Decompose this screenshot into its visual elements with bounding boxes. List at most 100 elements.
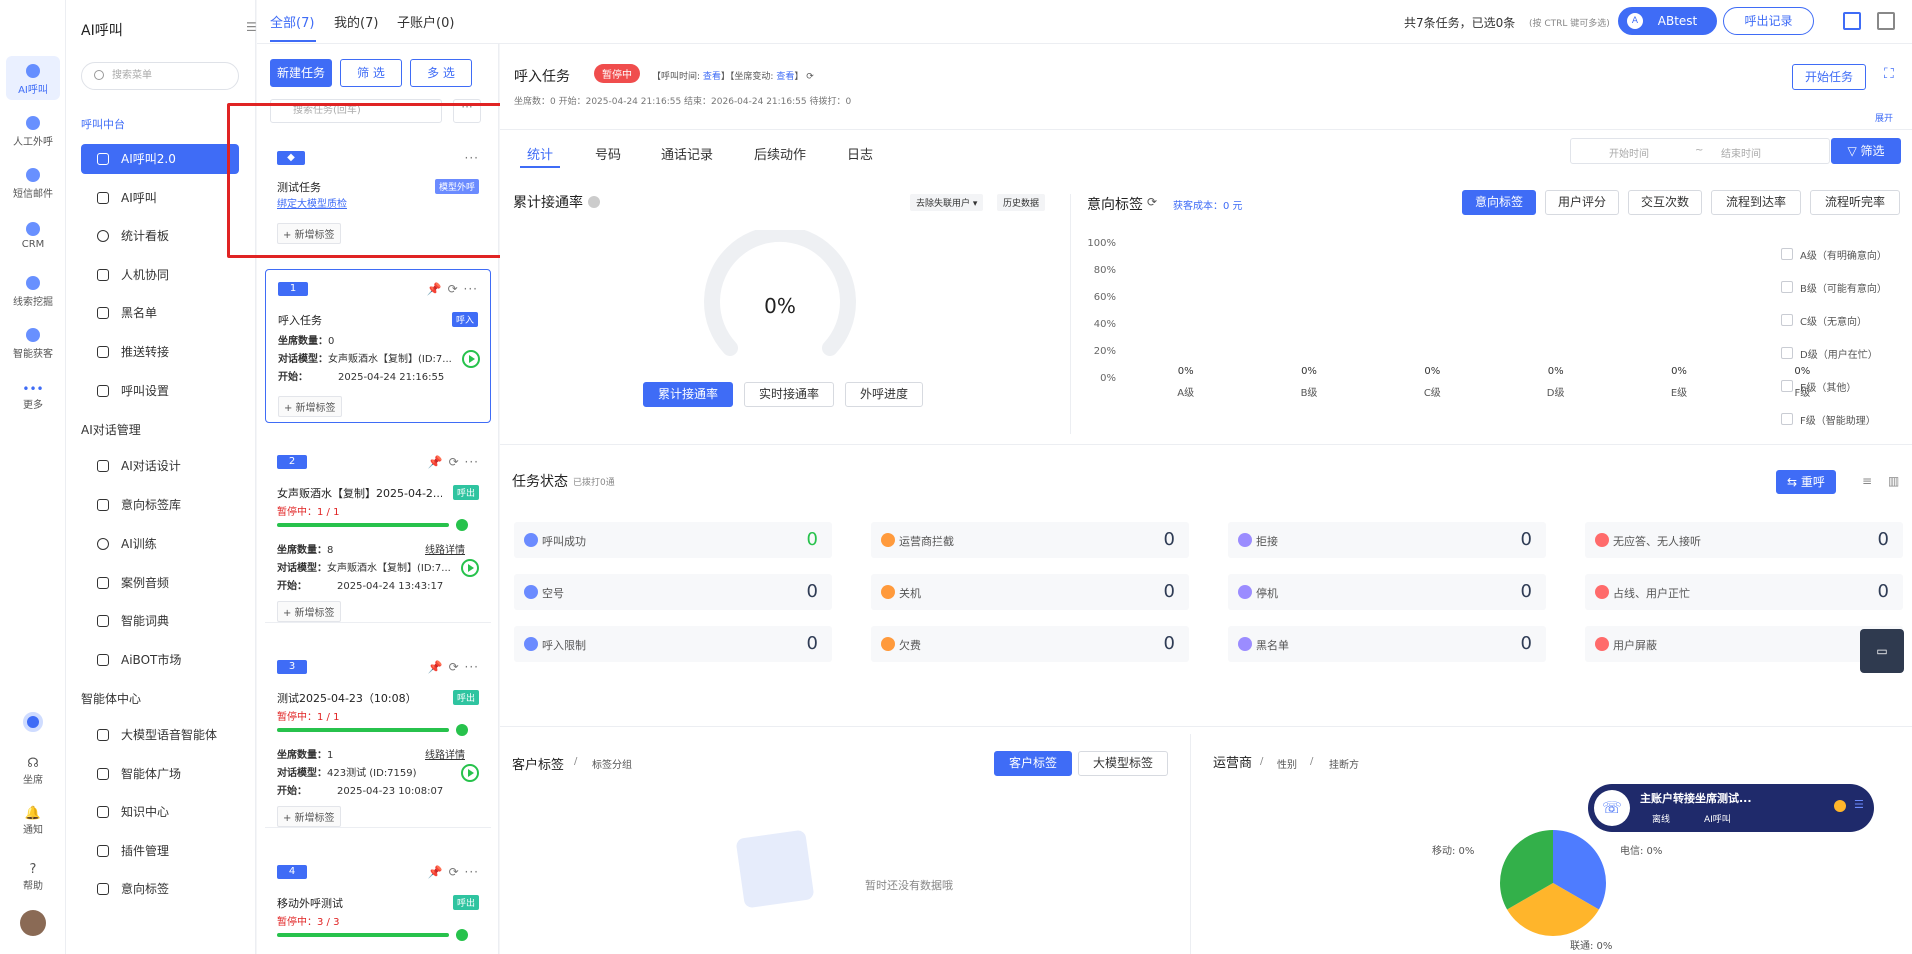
date-range-picker[interactable]: 开始时间 ~ 结束时间 [1570,138,1830,164]
play-icon[interactable] [462,350,480,368]
tab-mine[interactable]: 我的(7) [334,12,378,31]
avatar[interactable] [20,910,46,936]
legend-checkbox[interactable] [1781,347,1793,359]
filter-button[interactable]: 筛 选 [340,59,402,87]
call-records-button[interactable]: 呼出记录 [1723,7,1814,35]
play-icon[interactable] [461,764,479,782]
add-tag-button[interactable]: + 新增标签 [277,601,341,622]
start-task-button[interactable]: 开始任务 [1792,64,1866,90]
bar-chart-icon[interactable]: ▥ [1888,474,1899,488]
customer-tag-button[interactable]: 客户标签 [994,751,1072,776]
tab-followup[interactable]: 后续动作 [754,144,806,163]
rail-item-more[interactable]: ••• 更多 [0,382,66,411]
phone-icon[interactable]: ☏ [1594,790,1630,826]
menu-item-dashboard[interactable]: 统计看板 [81,221,239,251]
intent-tag-button[interactable]: 意向标签 [1462,190,1536,215]
menu-item-call-settings[interactable]: 呼叫设置 [81,376,239,406]
tab-numbers[interactable]: 号码 [595,144,621,163]
rail-item-manual-call[interactable]: 人工外呼 [0,116,66,148]
task-actions-icon[interactable]: 📌 ⟳ ··· [427,282,478,296]
menu-item-knowledge[interactable]: 知识中心 [81,797,239,827]
tab-sub-accounts[interactable]: 子账户(0) [397,12,454,31]
help-icon[interactable] [1834,800,1846,812]
cumulative-rate-button[interactable]: 累计接通率 [643,382,733,407]
play-icon[interactable] [461,559,479,577]
refresh-icon[interactable]: ⟳ [1147,195,1157,209]
multi-select-button[interactable]: 多 选 [410,59,472,87]
tab-stats[interactable]: 统计 [527,144,553,163]
menu-item-agent-plaza[interactable]: 智能体广场 [81,759,239,789]
tab-log[interactable]: 日志 [847,144,873,163]
menu-item-plugins[interactable]: 插件管理 [81,836,239,866]
assistant-icon[interactable] [23,712,43,732]
list-view-icon[interactable] [1877,12,1895,30]
task-card[interactable]: 4 📌 ⟳ ··· 移动外呼测试 呼出 暂停中：3 / 3 [265,853,491,954]
menu-search-input[interactable]: 搜索菜单 [81,62,239,90]
seat-change-link[interactable]: 查看 [776,72,794,82]
hangup-link[interactable]: 挂断方 [1329,756,1359,771]
menu-item-audio[interactable]: 案例音频 [81,568,239,598]
redial-button[interactable]: ⇆ 重呼 [1776,470,1836,494]
realtime-rate-button[interactable]: 实时接通率 [744,382,834,407]
legend-checkbox[interactable] [1781,380,1793,392]
add-tag-button[interactable]: + 新增标签 [278,396,342,417]
seat-widget[interactable]: ☏ 主账户转接坐席测试... 离线 AI呼叫 ☰ [1588,784,1874,832]
menu-item-ai-train[interactable]: AI训练 [81,529,239,559]
menu-item-ai-call-2[interactable]: AI呼叫2.0 [81,144,239,174]
menu-item-dictionary[interactable]: 智能词典 [81,606,239,636]
progress-button[interactable]: 外呼进度 [845,382,923,407]
task-card[interactable]: 2 📌 ⟳ ··· 女声贩酒水【复制】2025-04-2... 呼出 暂停中：1… [265,443,491,623]
user-score-button[interactable]: 用户评分 [1545,190,1619,215]
menu-item-llm-agent[interactable]: 大模型语音智能体 [81,720,239,750]
rail-item-notify[interactable]: 🔔 通知 [0,806,66,836]
route-detail-link[interactable]: 线路详情 [425,541,465,556]
rail-item-crm[interactable]: CRM [0,222,66,250]
interaction-count-button[interactable]: 交互次数 [1628,190,1702,215]
add-tag-button[interactable]: + 新增标签 [277,806,341,827]
rail-item-help[interactable]: ? 帮助 [0,862,66,892]
menu-item-aibot[interactable]: AiBOT市场 [81,645,239,675]
flow-complete-button[interactable]: 流程听完率 [1810,190,1900,215]
rail-item-seat[interactable]: ☊ 坐席 [0,756,66,786]
menu-item-dialog-design[interactable]: AI对话设计 [81,451,239,481]
task-card[interactable]: 1 📌 ⟳ ··· 呼入任务 呼入 坐席数量：0 对话模型：女声贩酒水【复制】(… [265,269,491,423]
flow-reach-button[interactable]: 流程到达率 [1711,190,1801,215]
legend-checkbox[interactable] [1781,248,1793,260]
refresh-icon[interactable]: ⟳ [806,72,814,82]
tag-group-link[interactable]: 标签分组 [592,756,632,771]
sort-icon[interactable]: ≡ [1862,474,1872,488]
task-actions-icon[interactable]: 📌 ⟳ ··· [428,455,479,469]
legend-checkbox[interactable] [1781,413,1793,425]
menu-item-intent-lib[interactable]: 意向标签库 [81,490,239,520]
collapse-icon[interactable]: ☰ [246,20,257,34]
menu-item-ai-call[interactable]: AI呼叫 [81,183,239,213]
grid-view-icon[interactable] [1843,12,1861,30]
new-task-button[interactable]: 新建任务 [270,59,332,87]
menu-item-transfer[interactable]: 推送转接 [81,337,239,367]
rail-item-leads[interactable]: 线索挖掘 [0,276,66,308]
route-detail-link[interactable]: 线路详情 [425,746,465,761]
task-actions-icon[interactable]: 📌 ⟳ ··· [428,865,479,879]
call-time-link[interactable]: 查看 [703,72,721,82]
tab-all[interactable]: 全部(7) [270,12,314,31]
expand-link[interactable]: 展开 [1875,111,1893,124]
task-card[interactable]: 3 📌 ⟳ ··· 测试2025-04-23（10:08） 呼出 暂停中：1 /… [265,648,491,828]
rail-item-sms[interactable]: 短信邮件 [0,168,66,200]
task-actions-icon[interactable]: 📌 ⟳ ··· [428,660,479,674]
fullscreen-icon[interactable]: ⛶ [1884,66,1894,82]
legend-checkbox[interactable] [1781,281,1793,293]
menu-item-intent-tags[interactable]: 意向标签 [81,874,239,904]
exclude-lost-dropdown[interactable]: 去除失联用户 ▾ [910,194,984,211]
stats-filter-button[interactable]: ▽ 筛选 [1831,138,1901,164]
history-data-button[interactable]: 历史数据 [997,194,1046,211]
llm-tag-button[interactable]: 大模型标签 [1078,751,1168,776]
rail-item-ai-call[interactable]: AI呼叫 [6,56,60,100]
tab-call-records[interactable]: 通话记录 [661,144,713,163]
rail-item-acquire[interactable]: 智能获客 [0,328,66,360]
menu-item-collab[interactable]: 人机协同 [81,260,239,290]
gender-link[interactable]: 性别 [1277,756,1297,771]
legend-checkbox[interactable] [1781,314,1793,326]
chat-icon[interactable]: ▭ [1860,629,1904,673]
menu-item-blacklist[interactable]: 黑名单 [81,298,239,328]
menu-icon[interactable]: ☰ [1854,798,1864,811]
